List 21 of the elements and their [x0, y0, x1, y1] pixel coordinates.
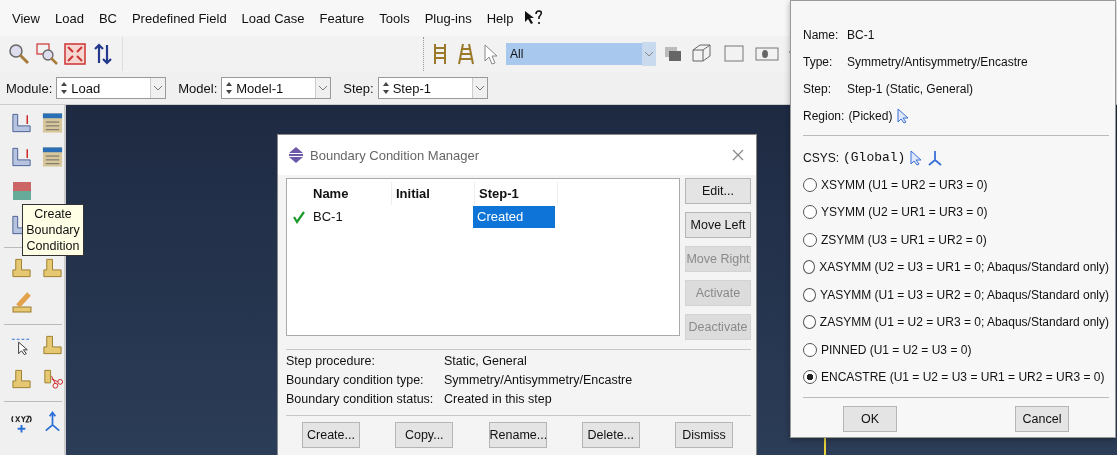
field-label: Region:	[803, 108, 845, 123]
info-value: Static, General	[444, 354, 527, 368]
field-value: Symmetry/Antisymmetry/Encastre	[847, 54, 1028, 69]
context-label: Module:	[6, 80, 53, 96]
context-label: Model:	[178, 80, 218, 96]
dialog-title: Boundary Condition Manager	[310, 147, 481, 163]
info-value: Created in this step	[444, 392, 552, 406]
info-label: Boundary condition status:	[286, 392, 435, 406]
field-label: CSYS:	[803, 150, 839, 165]
field-label: Name:	[803, 27, 840, 42]
field-value: Step-1 (Static, General)	[847, 81, 974, 96]
field-value: BC-1	[847, 27, 875, 42]
info-label: Boundary condition type:	[286, 373, 425, 387]
field-value: (Picked)	[848, 108, 893, 123]
tooltip: Create Boundary Condition	[22, 204, 84, 256]
info-value: Symmetry/Antisymmetry/Encastre	[444, 373, 633, 387]
field-label: Step:	[803, 81, 833, 96]
field-value: (Global)	[843, 150, 906, 165]
info-label: Step procedure:	[286, 354, 376, 368]
field-label: Type:	[803, 54, 834, 69]
context-label: Step:	[343, 80, 374, 96]
